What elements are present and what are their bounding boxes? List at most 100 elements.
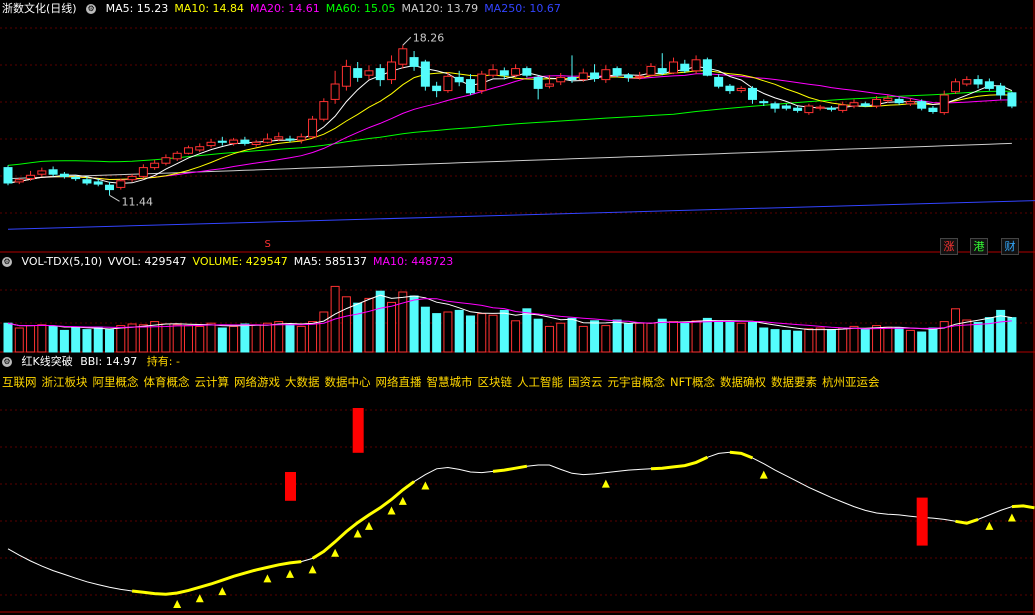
volume-bar[interactable] xyxy=(702,317,712,353)
volume-bar[interactable] xyxy=(905,329,915,353)
volume-bar[interactable] xyxy=(172,324,182,353)
candle-body[interactable] xyxy=(939,94,949,114)
volume-bar[interactable] xyxy=(161,323,171,353)
candle-body[interactable] xyxy=(105,184,115,191)
volume-bar[interactable] xyxy=(973,321,983,353)
volume-bar[interactable] xyxy=(454,309,464,353)
candle-body[interactable] xyxy=(398,48,408,65)
candle-body[interactable] xyxy=(93,181,103,185)
volume-bar[interactable] xyxy=(432,313,442,353)
volume-bar[interactable] xyxy=(691,320,701,353)
volume-bar[interactable] xyxy=(364,297,374,353)
volume-bar[interactable] xyxy=(26,325,36,353)
volume-bar[interactable] xyxy=(793,330,803,353)
candle-body[interactable] xyxy=(781,105,791,109)
candle-body[interactable] xyxy=(691,59,701,72)
badge-rise[interactable]: 涨 xyxy=(940,238,958,255)
candle-body[interactable] xyxy=(364,70,374,76)
settings-icon[interactable]: ⚙ xyxy=(2,257,12,267)
volume-bar[interactable] xyxy=(556,322,566,353)
volume-bar[interactable] xyxy=(838,327,848,353)
volume-bar[interactable] xyxy=(308,321,318,353)
volume-bar[interactable] xyxy=(657,318,667,353)
volume-bar[interactable] xyxy=(736,322,746,353)
volume-bar[interactable] xyxy=(217,327,227,353)
candle-body[interactable] xyxy=(274,136,284,140)
candle-body[interactable] xyxy=(657,68,667,74)
concept-tag[interactable]: 阿里概念 xyxy=(93,375,139,389)
volume-bar[interactable] xyxy=(409,295,419,353)
candle-body[interactable] xyxy=(917,101,927,109)
candle-body[interactable] xyxy=(838,104,848,111)
concept-tag[interactable]: 数据确权 xyxy=(720,375,766,389)
candle-body[interactable] xyxy=(127,175,137,181)
candle-body[interactable] xyxy=(578,72,588,81)
candle-body[interactable] xyxy=(544,83,554,87)
volume-bar[interactable] xyxy=(1007,317,1017,353)
volume-bar[interactable] xyxy=(872,325,882,353)
volume-bar[interactable] xyxy=(59,329,69,353)
candle-body[interactable] xyxy=(815,106,825,109)
volume-bar[interactable] xyxy=(917,331,927,353)
candle-body[interactable] xyxy=(375,68,385,81)
concept-tag[interactable]: NFT概念 xyxy=(670,375,715,389)
volume-bar[interactable] xyxy=(522,308,532,353)
volume-bar[interactable] xyxy=(815,327,825,353)
badge-hk[interactable]: 港 xyxy=(970,238,988,255)
candle-body[interactable] xyxy=(240,139,250,144)
candle-body[interactable] xyxy=(488,69,498,76)
volume-bar[interactable] xyxy=(511,320,521,353)
volume-bar[interactable] xyxy=(285,323,295,353)
volume-bar[interactable] xyxy=(578,325,588,353)
volume-bar[interactable] xyxy=(274,321,284,353)
candle-body[interactable] xyxy=(1007,92,1017,107)
volume-bar[interactable] xyxy=(669,321,679,353)
badge-finance[interactable]: 财 xyxy=(1001,238,1019,255)
volume-bar[interactable] xyxy=(488,314,498,353)
candle-body[interactable] xyxy=(477,73,487,92)
volume-bar[interactable] xyxy=(183,325,193,353)
volume-bar[interactable] xyxy=(714,320,724,353)
candle-body[interactable] xyxy=(183,147,193,154)
candle-body[interactable] xyxy=(804,105,814,114)
concept-tag[interactable]: 网络直播 xyxy=(376,375,422,389)
candle-body[interactable] xyxy=(635,75,645,78)
volume-bar[interactable] xyxy=(747,321,757,353)
candle-body[interactable] xyxy=(747,87,757,100)
volume-bar[interactable] xyxy=(939,321,949,353)
candle-body[interactable] xyxy=(499,70,509,76)
concept-tag[interactable]: 体育概念 xyxy=(144,375,190,389)
candle-body[interactable] xyxy=(172,152,182,160)
candle-body[interactable] xyxy=(71,177,81,180)
candle-body[interactable] xyxy=(308,118,318,138)
volume-bar[interactable] xyxy=(883,326,893,353)
candle-body[interactable] xyxy=(195,146,205,151)
volume-bar[interactable] xyxy=(725,321,735,353)
candle-body[interactable] xyxy=(26,174,36,180)
candle-body[interactable] xyxy=(262,138,272,143)
volume-bar[interactable] xyxy=(127,323,137,353)
candle-body[interactable] xyxy=(251,141,261,146)
volume-bar[interactable] xyxy=(105,329,115,353)
candle-body[interactable] xyxy=(590,72,600,79)
volume-bar[interactable] xyxy=(590,320,600,353)
candle-body[interactable] xyxy=(770,103,780,109)
candle-body[interactable] xyxy=(669,61,679,74)
candle-body[interactable] xyxy=(533,76,543,89)
volume-bar[interactable] xyxy=(770,329,780,353)
candle-body[interactable] xyxy=(409,57,419,67)
candle-body[interactable] xyxy=(996,85,1006,96)
candle-body[interactable] xyxy=(353,68,363,78)
concept-tag[interactable]: 数据中心 xyxy=(325,375,371,389)
candle-body[interactable] xyxy=(511,68,521,76)
concept-tag[interactable]: 大数据 xyxy=(285,375,320,389)
candle-body[interactable] xyxy=(894,98,904,104)
concept-tag[interactable]: 国资云 xyxy=(568,375,603,389)
volume-bar[interactable] xyxy=(82,329,92,353)
volume-bar[interactable] xyxy=(567,317,577,353)
volume-bar[interactable] xyxy=(601,325,611,353)
candle-body[interactable] xyxy=(296,136,306,141)
volume-bar[interactable] xyxy=(240,323,250,353)
volume-bar[interactable] xyxy=(623,323,633,353)
volume-bar[interactable] xyxy=(37,324,47,353)
